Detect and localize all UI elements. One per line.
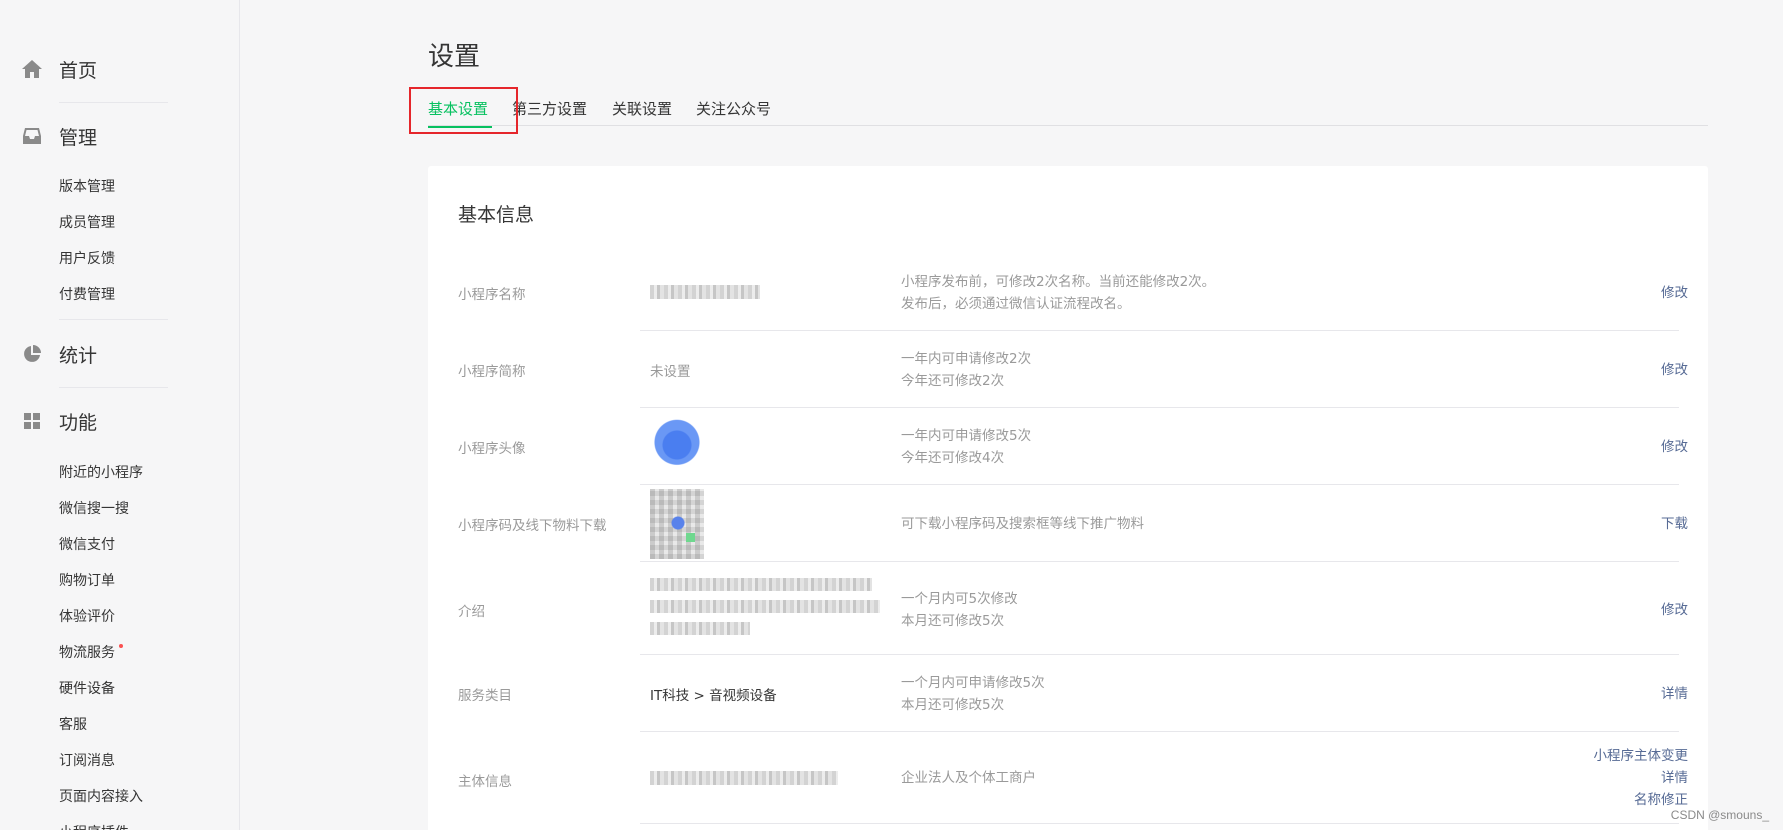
qrcode-mark [686, 533, 695, 542]
download-qrcode-link[interactable]: 下载 [1661, 513, 1688, 535]
subject-actions: 小程序主体变更 详情 名称修正 [1594, 745, 1689, 811]
edit-intro-link[interactable]: 修改 [1661, 599, 1688, 621]
edit-name-link[interactable]: 修改 [1661, 282, 1688, 304]
nav-plugins[interactable]: 小程序插件 [59, 822, 129, 830]
short-name-value: 未设置 [650, 364, 691, 380]
nav-wechat-search[interactable]: 微信搜一搜 [59, 498, 129, 518]
page-title: 设置 [428, 42, 481, 72]
redacted-intro [650, 600, 880, 613]
row-desc: 小程序发布前，可修改2次名称。当前还能修改2次。 发布后，必须通过微信认证流程改… [901, 271, 1215, 315]
desc-line: 企业法人及个体工商户 [901, 770, 1036, 786]
row-label: 主体信息 [458, 774, 512, 790]
row-label: 小程序简称 [458, 364, 526, 380]
row-service-category: 服务类目 IT科技 > 音视频设备 一个月内可申请修改5次 本月还可修改5次 详… [428, 655, 1708, 732]
row-desc: 一年内可申请修改5次 今年还可修改4次 [901, 425, 1031, 469]
redacted-subject [650, 771, 838, 785]
nav-version-manage[interactable]: 版本管理 [59, 176, 115, 196]
nav-manage-label: 管理 [59, 126, 98, 149]
desc-line: 本月还可修改5次 [901, 613, 1005, 629]
nav-home[interactable]: 首页 [0, 49, 240, 89]
nav-divider [59, 319, 168, 320]
tab-linked-settings[interactable]: 关联设置 [612, 98, 672, 119]
nav-paid-manage[interactable]: 付费管理 [59, 284, 115, 304]
nav-features[interactable]: 功能 [0, 401, 240, 441]
nav-user-feedback[interactable]: 用户反馈 [59, 248, 115, 268]
inbox-icon [20, 124, 44, 148]
service-category-value: IT科技 > 音视频设备 [650, 688, 777, 704]
desc-line: 一个月内可申请修改5次 [901, 675, 1045, 691]
row-miniprogram-name: 小程序名称 小程序发布前，可修改2次名称。当前还能修改2次。 发布后，必须通过微… [428, 254, 1708, 331]
card-title: 基本信息 [458, 204, 535, 226]
desc-line: 本月还可修改5次 [901, 697, 1005, 713]
nav-member-manage[interactable]: 成员管理 [59, 212, 115, 232]
row-label: 介绍 [458, 604, 485, 620]
edit-avatar-link[interactable]: 修改 [1661, 436, 1688, 458]
nav-divider [59, 102, 168, 103]
nav-logistics-label: 物流服务 [59, 645, 115, 661]
tab-third-party[interactable]: 第三方设置 [512, 98, 587, 119]
row-intro: 介绍 一个月内可5次修改 本月还可修改5次 修改 [428, 562, 1708, 655]
redacted-name [650, 285, 760, 299]
row-desc: 可下载小程序码及搜索框等线下推广物料 [901, 513, 1144, 535]
desc-line: 一个月内可5次修改 [901, 591, 1018, 607]
desc-line: 小程序发布前，可修改2次名称。当前还能修改2次。 [901, 274, 1216, 290]
desc-line: 可下载小程序码及搜索框等线下推广物料 [901, 516, 1144, 532]
row-avatar: 小程序头像 一年内可申请修改5次 今年还可修改4次 修改 [428, 408, 1708, 485]
row-qrcode: 小程序码及线下物料下载 可下载小程序码及搜索框等线下推广物料 下载 [428, 485, 1708, 562]
qrcode-image [650, 489, 704, 559]
tab-follow-account[interactable]: 关注公众号 [696, 98, 771, 119]
nav-divider [59, 387, 168, 388]
watermark: CSDN @smouns_ [1670, 808, 1769, 822]
desc-line: 今年还可修改4次 [901, 450, 1005, 466]
row-divider [640, 823, 1679, 824]
redacted-intro [650, 578, 872, 591]
nav-hardware[interactable]: 硬件设备 [59, 678, 115, 698]
row-desc: 一个月内可5次修改 本月还可修改5次 [901, 588, 1018, 632]
settings-tabs: 基本设置 第三方设置 关联设置 关注公众号 [428, 96, 1708, 128]
redacted-intro [650, 622, 750, 635]
nav-stats[interactable]: 统计 [0, 334, 240, 374]
nav-experience-review[interactable]: 体验评价 [59, 606, 115, 626]
desc-line: 今年还可修改2次 [901, 373, 1005, 389]
nav-nearby-miniprogram[interactable]: 附近的小程序 [59, 462, 143, 482]
desc-line: 发布后，必须通过微信认证流程改名。 [901, 296, 1131, 312]
nav-subscribe-messages[interactable]: 订阅消息 [59, 750, 115, 770]
row-desc: 一年内可申请修改2次 今年还可修改2次 [901, 348, 1031, 392]
nav-logistics[interactable]: 物流服务 [59, 642, 123, 662]
row-label: 小程序名称 [458, 287, 526, 303]
edit-short-name-link[interactable]: 修改 [1661, 359, 1688, 381]
avatar [650, 418, 704, 472]
row-label: 小程序头像 [458, 441, 526, 457]
category-details-link[interactable]: 详情 [1661, 683, 1688, 705]
nav-home-label: 首页 [59, 59, 98, 82]
new-badge-dot [119, 644, 123, 648]
nav-manage[interactable]: 管理 [0, 116, 240, 156]
nav-stats-label: 统计 [59, 344, 98, 367]
home-icon [20, 57, 44, 81]
nav-page-content[interactable]: 页面内容接入 [59, 786, 143, 806]
basic-info-card: 基本信息 小程序名称 小程序发布前，可修改2次名称。当前还能修改2次。 发布后，… [428, 166, 1708, 830]
row-label: 小程序码及线下物料下载 [458, 518, 607, 534]
grid-icon [20, 409, 44, 433]
row-desc: 一个月内可申请修改5次 本月还可修改5次 [901, 672, 1045, 716]
row-label: 服务类目 [458, 688, 512, 704]
row-subject-info: 主体信息 企业法人及个体工商户 小程序主体变更 详情 名称修正 [428, 732, 1708, 824]
nav-shopping-orders[interactable]: 购物订单 [59, 570, 115, 590]
nav-wechat-pay[interactable]: 微信支付 [59, 534, 115, 554]
desc-line: 一年内可申请修改5次 [901, 428, 1032, 444]
row-short-name: 小程序简称 未设置 一年内可申请修改2次 今年还可修改2次 修改 [428, 331, 1708, 408]
desc-line: 一年内可申请修改2次 [901, 351, 1032, 367]
change-subject-link[interactable]: 小程序主体变更 [1594, 745, 1689, 767]
nav-customer-service[interactable]: 客服 [59, 714, 87, 734]
nav-features-label: 功能 [59, 411, 98, 434]
highlight-annotation [409, 87, 518, 134]
pie-chart-icon [20, 342, 44, 366]
subject-details-link[interactable]: 详情 [1594, 767, 1688, 789]
row-desc: 企业法人及个体工商户 [901, 767, 1036, 789]
sidebar: 首页 管理 版本管理 成员管理 用户反馈 付费管理 统计 功能 附近的小程序 微… [0, 0, 240, 830]
